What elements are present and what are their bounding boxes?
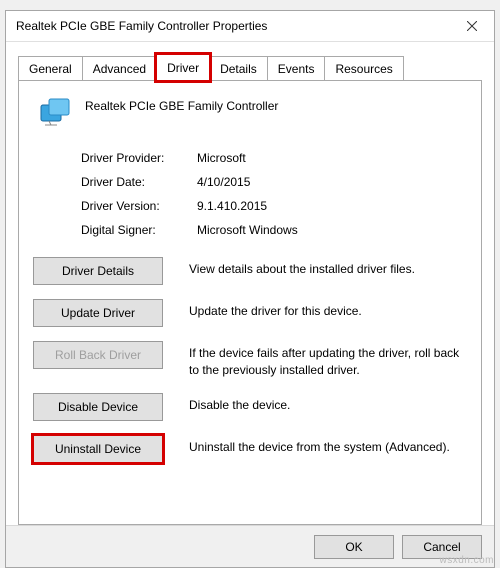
provider-label: Driver Provider:	[81, 151, 197, 165]
close-icon	[467, 21, 477, 31]
action-row: Uninstall Device Uninstall the device fr…	[33, 435, 467, 463]
date-value: 4/10/2015	[197, 175, 250, 189]
tab-general[interactable]: General	[18, 56, 83, 80]
tab-driver[interactable]: Driver	[156, 54, 210, 81]
close-button[interactable]	[450, 11, 494, 41]
titlebar: Realtek PCIe GBE Family Controller Prope…	[6, 11, 494, 42]
action-row: Update Driver Update the driver for this…	[33, 299, 467, 327]
date-label: Driver Date:	[81, 175, 197, 189]
tab-resources[interactable]: Resources	[324, 56, 403, 80]
update-driver-button[interactable]: Update Driver	[33, 299, 163, 327]
action-row: Roll Back Driver If the device fails aft…	[33, 341, 467, 379]
info-row: Driver Version: 9.1.410.2015	[81, 199, 467, 213]
driver-details-desc: View details about the installed driver …	[189, 257, 467, 278]
device-header: Realtek PCIe GBE Family Controller	[37, 97, 467, 129]
tab-details[interactable]: Details	[209, 56, 268, 80]
provider-value: Microsoft	[197, 151, 246, 165]
tab-events[interactable]: Events	[267, 56, 326, 80]
version-label: Driver Version:	[81, 199, 197, 213]
info-row: Driver Date: 4/10/2015	[81, 175, 467, 189]
tab-advanced[interactable]: Advanced	[82, 56, 157, 80]
content-area: General Advanced Driver Details Events R…	[6, 42, 494, 525]
dialog-footer: OK Cancel	[6, 525, 494, 567]
action-row: Disable Device Disable the device.	[33, 393, 467, 421]
driver-details-button[interactable]: Driver Details	[33, 257, 163, 285]
properties-window: Realtek PCIe GBE Family Controller Prope…	[5, 10, 495, 568]
info-row: Digital Signer: Microsoft Windows	[81, 223, 467, 237]
device-name-label: Realtek PCIe GBE Family Controller	[85, 97, 278, 115]
disable-device-button[interactable]: Disable Device	[33, 393, 163, 421]
network-adapter-icon	[37, 97, 73, 129]
uninstall-device-button[interactable]: Uninstall Device	[33, 435, 163, 463]
roll-back-driver-button: Roll Back Driver	[33, 341, 163, 369]
window-title: Realtek PCIe GBE Family Controller Prope…	[16, 19, 450, 33]
action-row: Driver Details View details about the in…	[33, 257, 467, 285]
ok-button[interactable]: OK	[314, 535, 394, 559]
version-value: 9.1.410.2015	[197, 199, 267, 213]
signer-value: Microsoft Windows	[197, 223, 298, 237]
update-driver-desc: Update the driver for this device.	[189, 299, 467, 320]
roll-back-driver-desc: If the device fails after updating the d…	[189, 341, 467, 379]
driver-info-grid: Driver Provider: Microsoft Driver Date: …	[81, 151, 467, 237]
info-row: Driver Provider: Microsoft	[81, 151, 467, 165]
watermark: wsxdn.com	[439, 555, 494, 566]
signer-label: Digital Signer:	[81, 223, 197, 237]
uninstall-device-desc: Uninstall the device from the system (Ad…	[189, 435, 467, 456]
tab-strip: General Advanced Driver Details Events R…	[18, 52, 482, 80]
driver-panel: Realtek PCIe GBE Family Controller Drive…	[18, 80, 482, 525]
disable-device-desc: Disable the device.	[189, 393, 467, 414]
